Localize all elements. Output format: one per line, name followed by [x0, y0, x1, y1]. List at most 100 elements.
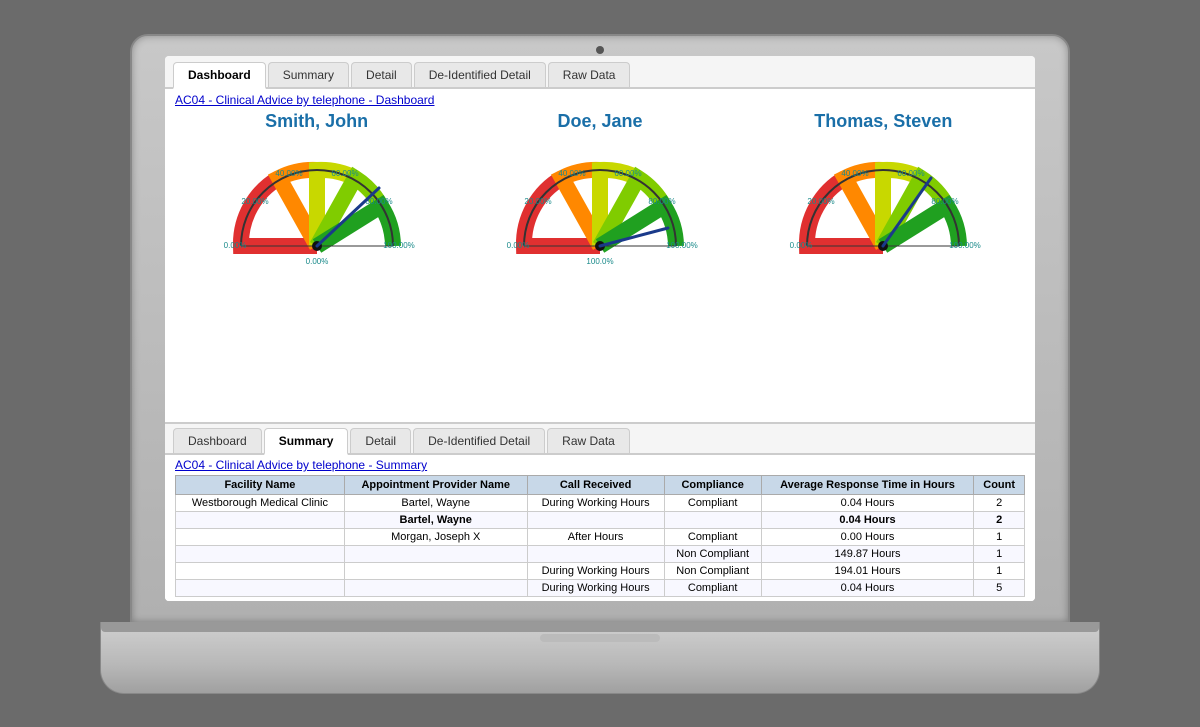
table-cell — [344, 580, 527, 597]
laptop-hinge — [101, 622, 1099, 632]
table-cell: 0.00 Hours — [761, 529, 974, 546]
gauge-doe-wrap: 0.00% 20.00% 40.00% 60.00% 80.00% 100.00… — [500, 136, 700, 276]
tab-summary-top[interactable]: Summary — [268, 62, 349, 87]
tab-deidentified-bottom[interactable]: De-Identified Detail — [413, 428, 545, 453]
table-cell: Compliant — [664, 495, 761, 512]
summary-title[interactable]: AC04 - Clinical Advice by telephone - Su… — [165, 455, 1035, 475]
laptop-screen: Dashboard Summary Detail De-Identified D… — [165, 56, 1035, 601]
laptop-notch — [540, 634, 660, 642]
table-cell: 1 — [974, 529, 1025, 546]
svg-text:20.00%: 20.00% — [241, 197, 268, 206]
table-cell — [176, 512, 345, 529]
table-cell — [527, 512, 664, 529]
table-cell: During Working Hours — [527, 580, 664, 597]
col-provider: Appointment Provider Name — [344, 476, 527, 495]
col-facility: Facility Name — [176, 476, 345, 495]
tab-dashboard-top[interactable]: Dashboard — [173, 62, 266, 89]
table-cell — [664, 512, 761, 529]
table-cell: 1 — [974, 563, 1025, 580]
svg-text:0.00%: 0.00% — [305, 257, 328, 266]
gauge-thomas: Thomas, Steven 0.00% — [758, 111, 1008, 276]
col-avgtime: Average Response Time in Hours — [761, 476, 974, 495]
svg-text:60.00%: 60.00% — [614, 169, 641, 178]
table-cell: Bartel, Wayne — [344, 495, 527, 512]
col-call: Call Received — [527, 476, 664, 495]
table-cell — [176, 529, 345, 546]
gauge-doe-name: Doe, Jane — [557, 111, 642, 132]
dashboard-title[interactable]: AC04 - Clinical Advice by telephone - Da… — [165, 89, 1035, 111]
table-cell: 194.01 Hours — [761, 563, 974, 580]
gauge-smith-name: Smith, John — [265, 111, 368, 132]
svg-text:40.00%: 40.00% — [842, 169, 869, 178]
table-cell — [344, 563, 527, 580]
svg-text:60.00%: 60.00% — [898, 169, 925, 178]
gauge-thomas-name: Thomas, Steven — [814, 111, 952, 132]
gauges-section: Smith, John — [165, 111, 1035, 422]
svg-text:60.00%: 60.00% — [331, 169, 358, 178]
gauge-doe-svg: 0.00% 20.00% 40.00% 60.00% 80.00% 100.00… — [500, 136, 700, 276]
table-cell: 2 — [974, 512, 1025, 529]
table-row: Westborough Medical ClinicBartel, WayneD… — [176, 495, 1025, 512]
table-row: Morgan, Joseph XAfter HoursCompliant0.00… — [176, 529, 1025, 546]
tab-detail-top[interactable]: Detail — [351, 62, 412, 87]
tab-summary-bottom[interactable]: Summary — [264, 428, 349, 455]
gauge-smith-svg: 0.00% 0.00% 20.00% 40.00% 60.00% 80.00% … — [217, 136, 417, 276]
table-cell — [527, 546, 664, 563]
col-count: Count — [974, 476, 1025, 495]
table-cell: Non Compliant — [664, 563, 761, 580]
svg-text:40.00%: 40.00% — [275, 169, 302, 178]
table-row: During Working HoursCompliant0.04 Hours5 — [176, 580, 1025, 597]
table-cell: Non Compliant — [664, 546, 761, 563]
table-row: Non Compliant149.87 Hours1 — [176, 546, 1025, 563]
table-cell: 5 — [974, 580, 1025, 597]
gauge-thomas-svg: 0.00% 20.00% 40.00% 60.00% 80.00% 100.00… — [783, 136, 983, 276]
table-cell: 1 — [974, 546, 1025, 563]
table-cell: Compliant — [664, 529, 761, 546]
table-cell: 2 — [974, 495, 1025, 512]
table-cell: 149.87 Hours — [761, 546, 974, 563]
table-row: Bartel, Wayne0.04 Hours2 — [176, 512, 1025, 529]
svg-text:100.00%: 100.00% — [666, 241, 698, 250]
svg-text:0.00%: 0.00% — [790, 241, 813, 250]
svg-text:40.00%: 40.00% — [558, 169, 585, 178]
tab-detail-bottom[interactable]: Detail — [350, 428, 411, 453]
svg-text:80.00%: 80.00% — [648, 197, 675, 206]
laptop: Dashboard Summary Detail De-Identified D… — [130, 34, 1070, 694]
table-cell: During Working Hours — [527, 563, 664, 580]
gauge-thomas-wrap: 0.00% 20.00% 40.00% 60.00% 80.00% 100.00… — [783, 136, 983, 276]
summary-table: Facility Name Appointment Provider Name … — [175, 475, 1025, 597]
laptop-base — [100, 622, 1100, 694]
table-cell: Westborough Medical Clinic — [176, 495, 345, 512]
gauge-smith-wrap: 0.00% 0.00% 20.00% 40.00% 60.00% 80.00% … — [217, 136, 417, 276]
table-cell: During Working Hours — [527, 495, 664, 512]
tab-deidentified-top[interactable]: De-Identified Detail — [414, 62, 546, 87]
table-cell: Morgan, Joseph X — [344, 529, 527, 546]
svg-text:20.00%: 20.00% — [808, 197, 835, 206]
table-cell — [344, 546, 527, 563]
tab-rawdata-top[interactable]: Raw Data — [548, 62, 631, 87]
table-cell — [176, 580, 345, 597]
table-cell: Compliant — [664, 580, 761, 597]
svg-text:100.00%: 100.00% — [383, 241, 415, 250]
table-cell — [176, 546, 345, 563]
gauge-doe: Doe, Jane 0.00% 20.00 — [475, 111, 725, 276]
table-cell: 0.04 Hours — [761, 495, 974, 512]
bottom-section: Dashboard Summary Detail De-Identified D… — [165, 422, 1035, 601]
table-cell — [176, 563, 345, 580]
svg-text:0.00%: 0.00% — [507, 241, 530, 250]
svg-text:100.0%: 100.0% — [586, 257, 613, 266]
top-tabs-bar: Dashboard Summary Detail De-Identified D… — [165, 56, 1035, 89]
svg-text:0.00%: 0.00% — [223, 241, 246, 250]
svg-text:80.00%: 80.00% — [932, 197, 959, 206]
table-cell: After Hours — [527, 529, 664, 546]
screen-bezel: Dashboard Summary Detail De-Identified D… — [130, 34, 1070, 624]
table-cell: 0.04 Hours — [761, 580, 974, 597]
screen-content: Dashboard Summary Detail De-Identified D… — [165, 56, 1035, 601]
table-row: During Working HoursNon Compliant194.01 … — [176, 563, 1025, 580]
tab-dashboard-bottom[interactable]: Dashboard — [173, 428, 262, 453]
svg-text:20.00%: 20.00% — [524, 197, 551, 206]
col-compliance: Compliance — [664, 476, 761, 495]
tab-rawdata-bottom[interactable]: Raw Data — [547, 428, 630, 453]
svg-text:100.00%: 100.00% — [950, 241, 982, 250]
table-cell: 0.04 Hours — [761, 512, 974, 529]
